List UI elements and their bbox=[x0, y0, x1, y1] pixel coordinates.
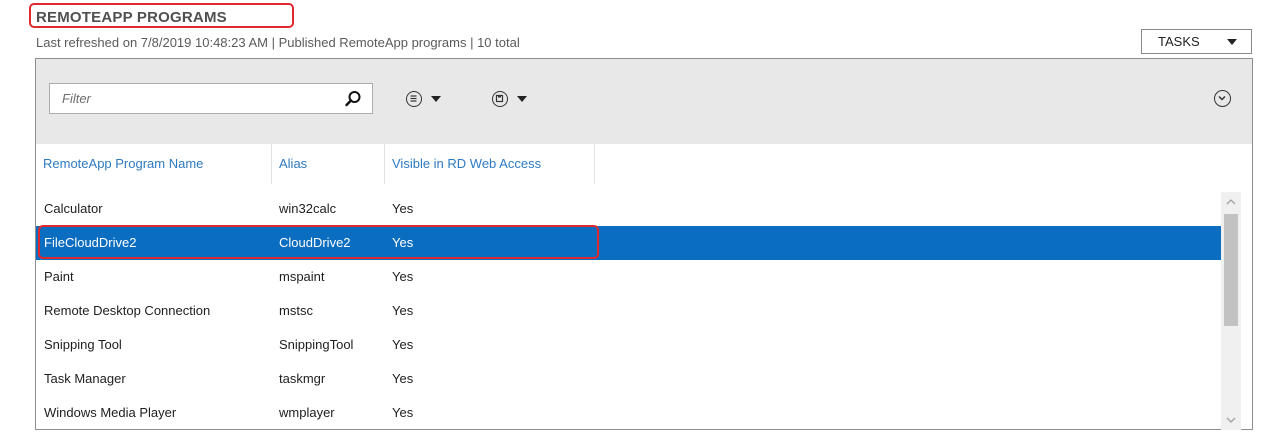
list-options-icon bbox=[406, 91, 422, 107]
program-name: Paint bbox=[44, 269, 74, 284]
table-row-selected[interactable]: FileCloudDrive2 CloudDrive2 Yes bbox=[36, 226, 1221, 260]
column-headers: RemoteApp Program Name Alias Visible in … bbox=[36, 144, 1252, 184]
panel-toolbar bbox=[36, 59, 1252, 144]
program-name: Remote Desktop Connection bbox=[44, 303, 211, 318]
program-visible: Yes bbox=[392, 235, 414, 250]
program-alias: CloudDrive2 bbox=[279, 235, 351, 250]
program-name: FileCloudDrive2 bbox=[44, 235, 137, 250]
program-name: Calculator bbox=[44, 201, 103, 216]
column-header-alias[interactable]: Alias bbox=[272, 144, 385, 184]
title-highlight-annotation bbox=[29, 3, 294, 28]
tasks-label: TASKS bbox=[1158, 34, 1200, 49]
program-visible: Yes bbox=[392, 405, 414, 420]
program-visible: Yes bbox=[392, 371, 414, 386]
program-name: Task Manager bbox=[44, 371, 126, 386]
expand-icon[interactable] bbox=[1214, 90, 1231, 107]
program-alias: mstsc bbox=[279, 303, 313, 318]
list-options-button[interactable] bbox=[406, 89, 441, 109]
column-header-name[interactable]: RemoteApp Program Name bbox=[36, 144, 272, 184]
scroll-up-icon[interactable] bbox=[1221, 192, 1241, 212]
caret-down-icon bbox=[1227, 39, 1237, 45]
program-alias: mspaint bbox=[279, 269, 325, 284]
remoteapp-programs-panel: RemoteApp Program Name Alias Visible in … bbox=[35, 58, 1253, 430]
scrollbar-thumb[interactable] bbox=[1224, 214, 1238, 326]
program-list: Calculator win32calc Yes FileCloudDrive2… bbox=[36, 192, 1221, 430]
table-row[interactable]: Calculator win32calc Yes bbox=[36, 192, 1221, 226]
table-row[interactable]: Remote Desktop Connection mstsc Yes bbox=[36, 294, 1221, 328]
caret-down-icon bbox=[431, 96, 441, 102]
table-row[interactable]: Paint mspaint Yes bbox=[36, 260, 1221, 294]
caret-down-icon bbox=[517, 96, 527, 102]
save-query-button[interactable] bbox=[492, 89, 527, 109]
table-row[interactable]: Snipping Tool SnippingTool Yes bbox=[36, 328, 1221, 362]
table-row[interactable]: Windows Media Player wmplayer Yes bbox=[36, 396, 1221, 430]
program-alias: wmplayer bbox=[279, 405, 335, 420]
program-visible: Yes bbox=[392, 303, 414, 318]
program-alias: taskmgr bbox=[279, 371, 326, 386]
program-visible: Yes bbox=[392, 337, 414, 352]
vertical-scrollbar[interactable] bbox=[1221, 192, 1241, 430]
save-icon bbox=[492, 91, 508, 107]
table-row[interactable]: Task Manager taskmgr Yes bbox=[36, 362, 1221, 396]
program-name: Windows Media Player bbox=[44, 405, 177, 420]
program-visible: Yes bbox=[392, 201, 414, 216]
program-alias: win32calc bbox=[279, 201, 337, 216]
program-name: Snipping Tool bbox=[44, 337, 122, 352]
column-header-visible[interactable]: Visible in RD Web Access bbox=[385, 144, 595, 184]
program-alias: SnippingTool bbox=[279, 337, 354, 352]
refresh-status-text: Last refreshed on 7/8/2019 10:48:23 AM |… bbox=[36, 35, 520, 50]
program-visible: Yes bbox=[392, 269, 414, 284]
scroll-down-icon[interactable] bbox=[1221, 410, 1241, 430]
filter-box[interactable] bbox=[49, 83, 373, 114]
tasks-dropdown-button[interactable]: TASKS bbox=[1141, 29, 1252, 54]
search-icon[interactable] bbox=[344, 90, 362, 108]
filter-input[interactable] bbox=[50, 84, 342, 113]
